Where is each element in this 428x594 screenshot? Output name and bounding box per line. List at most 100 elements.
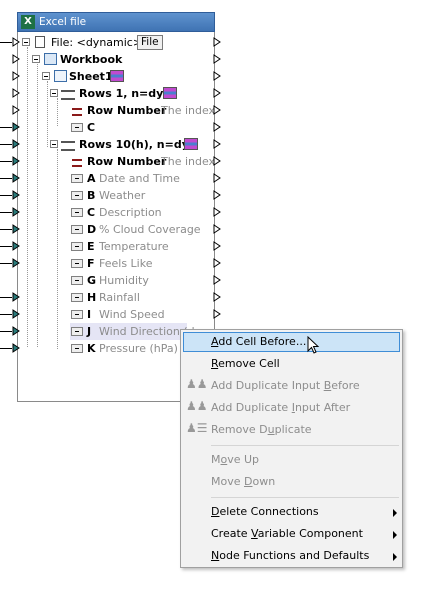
output-port[interactable] (213, 258, 221, 268)
output-port[interactable] (213, 190, 221, 200)
row-number-label: Row Number (87, 104, 167, 117)
output-port[interactable] (213, 173, 221, 183)
menu-item-text: Add Duplicate (211, 401, 292, 414)
cell-icon (71, 191, 83, 200)
menu-item-text: nput After (294, 401, 351, 414)
row-number-label: Row Number (87, 155, 167, 168)
collapse-toggle[interactable] (50, 89, 58, 97)
column-row[interactable]: J Wind Direction (d (70, 323, 195, 340)
row-number-hint: The index (161, 104, 216, 117)
input-port[interactable] (12, 173, 20, 183)
menu-item[interactable]: Delete Connections (211, 502, 319, 522)
connection-line[interactable] (0, 263, 12, 264)
row-settings-icon[interactable] (110, 70, 124, 82)
submenu-arrow-icon (393, 531, 397, 539)
output-port[interactable] (213, 156, 221, 166)
connection-line[interactable] (0, 297, 12, 298)
connection-line[interactable] (0, 331, 12, 332)
row-settings-icon[interactable] (163, 87, 177, 99)
input-port[interactable] (12, 241, 20, 251)
cell-icon (71, 310, 83, 319)
input-port[interactable] (12, 54, 20, 64)
input-port[interactable] (12, 258, 20, 268)
input-port[interactable] (12, 156, 20, 166)
menu-item[interactable]: Add Duplicate Input After (211, 398, 350, 418)
output-port[interactable] (213, 292, 221, 302)
input-port[interactable] (12, 224, 20, 234)
collapse-toggle[interactable] (22, 38, 30, 46)
cell-icon (71, 174, 83, 183)
connection-line[interactable] (0, 161, 12, 162)
output-port[interactable] (213, 54, 221, 64)
menu-item[interactable]: Remove Duplicate (211, 420, 312, 440)
menu-item-text: emove Cell (218, 357, 280, 370)
collapse-toggle[interactable] (32, 55, 40, 63)
file-button[interactable]: File (137, 35, 163, 50)
output-port[interactable] (213, 88, 221, 98)
input-port[interactable] (12, 139, 20, 149)
rows-icon (61, 141, 75, 151)
output-port[interactable] (213, 224, 221, 234)
input-port[interactable] (12, 309, 20, 319)
duplicate-input-icon: ♟♟ (186, 399, 208, 413)
menu-item[interactable]: Create Variable Component (211, 524, 363, 544)
output-port[interactable] (213, 122, 221, 132)
input-port[interactable] (12, 37, 20, 47)
file-icon (35, 36, 45, 48)
output-port[interactable] (213, 105, 221, 115)
file-label: File: <dynamic> (51, 36, 143, 49)
input-port[interactable] (12, 343, 20, 353)
component-title-bar[interactable]: X Excel file (17, 12, 215, 32)
menu-item-text: efore (331, 379, 360, 392)
menu-item-text: ve Up (227, 453, 260, 466)
cell-icon (71, 293, 83, 302)
workbook-icon (44, 53, 57, 65)
output-port[interactable] (213, 309, 221, 319)
cell-icon (71, 259, 83, 268)
workbook-label: Workbook (60, 53, 123, 66)
output-port[interactable] (213, 275, 221, 285)
cell-icon (71, 123, 83, 132)
connection-line[interactable] (0, 314, 12, 315)
row-settings-icon[interactable] (184, 138, 198, 150)
menu-item[interactable]: Node Functions and Defaults (211, 546, 369, 566)
column-letter: G (87, 274, 97, 287)
menu-item-text: ode Functions and Defaults (219, 549, 370, 562)
connection-line[interactable] (0, 212, 12, 213)
connection-line[interactable] (0, 229, 12, 230)
menu-item[interactable]: Move Up (211, 450, 259, 470)
column-letter: D (87, 223, 97, 236)
menu-item[interactable]: Add Cell Before... (211, 332, 306, 352)
duplicate-input-icon: ♟♟ (186, 377, 208, 391)
input-port[interactable] (12, 207, 20, 217)
column-name: Humidity (99, 274, 149, 287)
menu-item[interactable]: Remove Cell (211, 354, 280, 374)
output-port[interactable] (213, 241, 221, 251)
menu-item[interactable]: Move Down (211, 472, 275, 492)
output-port[interactable] (213, 139, 221, 149)
column-letter: B (87, 189, 96, 202)
menu-item[interactable]: Add Duplicate Input Before (211, 376, 360, 396)
collapse-toggle[interactable] (50, 140, 58, 148)
input-port[interactable] (12, 122, 20, 132)
input-port[interactable] (12, 326, 20, 336)
cell-icon (71, 225, 83, 234)
input-port[interactable] (12, 292, 20, 302)
collapse-toggle[interactable] (42, 72, 50, 80)
input-port[interactable] (12, 190, 20, 200)
output-port[interactable] (213, 207, 221, 217)
connection-line[interactable] (0, 348, 12, 349)
input-port[interactable] (12, 105, 20, 115)
input-port[interactable] (12, 88, 20, 98)
menu-item-text: ariable Component (257, 527, 363, 540)
connection-line[interactable] (0, 127, 12, 128)
cell-icon (71, 344, 83, 353)
connection-line[interactable] (0, 178, 12, 179)
input-port[interactable] (12, 71, 20, 81)
output-port[interactable] (213, 37, 221, 47)
connection-line[interactable] (0, 195, 12, 196)
output-port[interactable] (213, 71, 221, 81)
connection-line[interactable] (0, 42, 12, 43)
connection-line[interactable] (0, 144, 12, 145)
connection-line[interactable] (0, 246, 12, 247)
